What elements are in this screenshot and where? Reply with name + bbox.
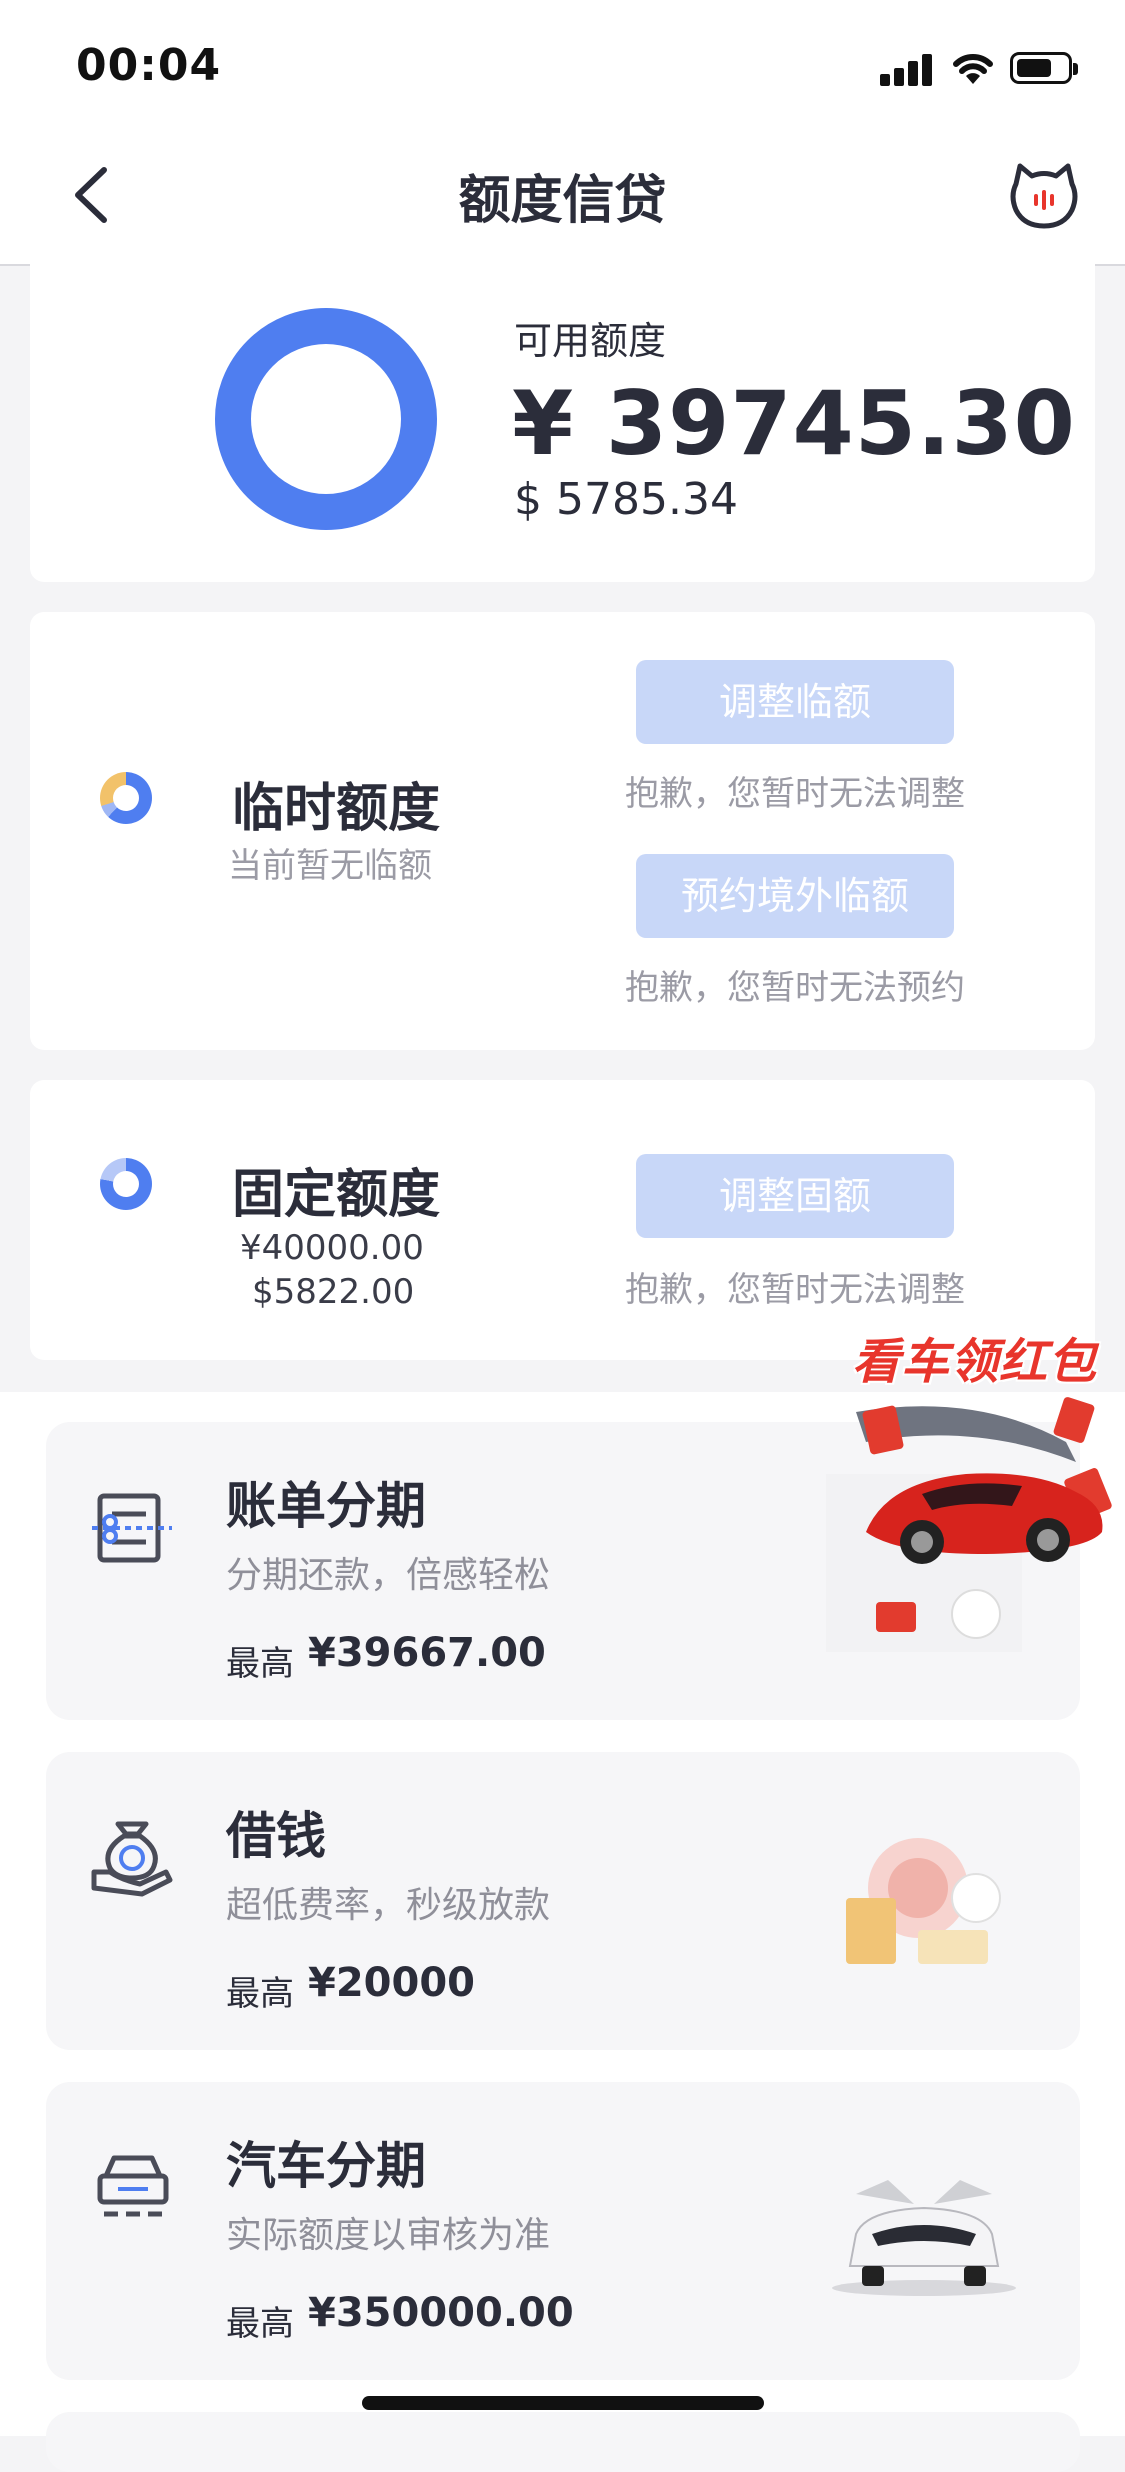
product-title: 借钱 <box>226 1807 326 1865</box>
adjust-fixed-limit-button[interactable]: 调整固额 <box>636 1154 954 1238</box>
available-limit-label: 可用额度 <box>514 319 667 363</box>
temporary-limit-subtitle: 当前暂无临额 <box>228 846 432 886</box>
status-time: 00:04 <box>76 40 222 91</box>
signal-icon <box>880 52 936 86</box>
product-subtitle: 分期还款，倍感轻松 <box>226 1555 551 1596</box>
fixed-limit-pie-icon <box>100 1158 152 1210</box>
product-subtitle: 实际额度以审核为准 <box>226 2215 551 2256</box>
available-limit-donut-chart <box>215 308 437 530</box>
white-car-image <box>832 2180 1016 2296</box>
product-title: 账单分期 <box>226 1477 426 1535</box>
product-card-partial[interactable] <box>46 2412 1080 2472</box>
product-max-value: ¥39667.00 <box>308 1630 546 1676</box>
wifi-icon <box>953 53 993 84</box>
product-subtitle: 超低费率，秒级放款 <box>226 1885 551 1926</box>
product-max-label: 最高 <box>226 1974 294 2014</box>
fixed-limit-cny: ¥40000.00 <box>240 1228 424 1268</box>
fixed-limit-usd: $5822.00 <box>252 1272 415 1312</box>
page-title: 额度信贷 <box>458 171 667 231</box>
product-title: 汽车分期 <box>226 2137 426 2195</box>
promo-banner-text[interactable]: 看车领红包 <box>852 1322 1122 1390</box>
adjust-temporary-hint: 抱歉，您暂时无法调整 <box>625 774 965 814</box>
battery-icon <box>1010 52 1078 84</box>
temporary-limit-title: 临时额度 <box>232 779 441 839</box>
loan-promo-image <box>846 1838 1001 1964</box>
product-max-value: ¥350000.00 <box>308 2290 574 2336</box>
available-limit-usd: $ 5785.34 <box>514 474 738 525</box>
customer-service-icon[interactable] <box>1006 160 1082 232</box>
bill-installment-icon <box>92 1493 172 1563</box>
product-max-label: 最高 <box>226 2304 294 2344</box>
borrow-money-icon <box>91 1821 173 1897</box>
product-max-label: 最高 <box>226 1644 294 1684</box>
available-limit-cny: ¥ 39745.30 <box>512 372 1076 475</box>
home-indicator <box>362 2396 764 2410</box>
red-car-promo-image[interactable] <box>826 1382 1122 1672</box>
car-icon <box>97 2155 169 2217</box>
book-overseas-hint: 抱歉，您暂时无法预约 <box>625 968 965 1008</box>
book-overseas-limit-button[interactable]: 预约境外临额 <box>636 854 954 938</box>
fixed-limit-title: 固定额度 <box>232 1165 441 1225</box>
temporary-limit-pie-icon <box>100 772 152 824</box>
adjust-fixed-hint: 抱歉，您暂时无法调整 <box>625 1270 965 1310</box>
adjust-temporary-limit-button[interactable]: 调整临额 <box>636 660 954 744</box>
product-max-value: ¥20000 <box>308 1960 475 2006</box>
